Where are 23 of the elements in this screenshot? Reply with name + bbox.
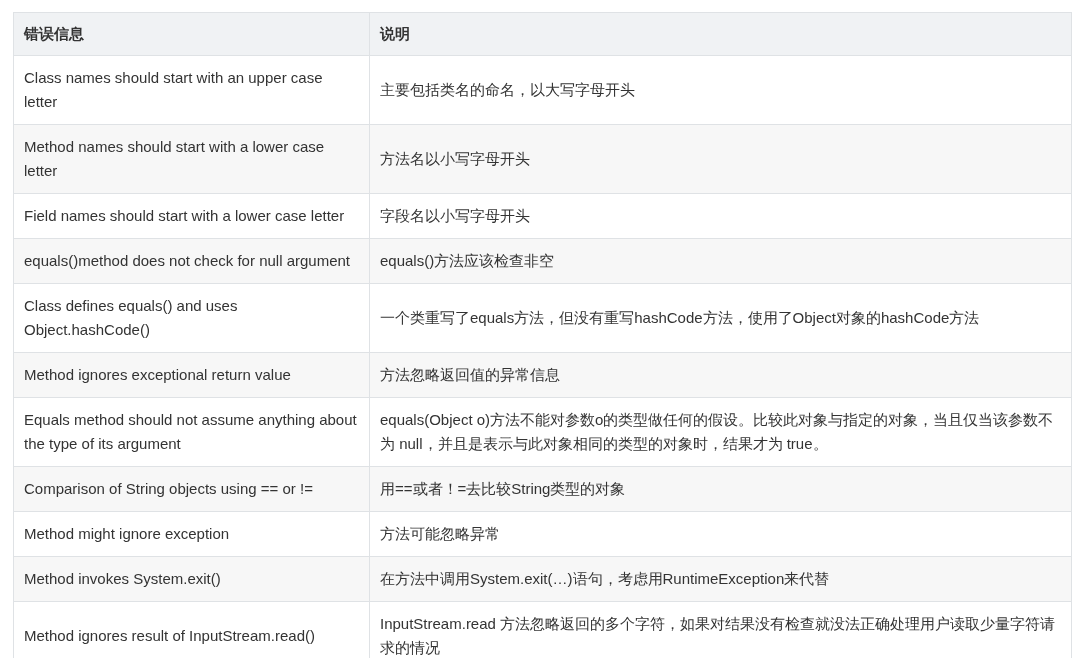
table-cell: Equals method should not assume anything about the type of its argument	[13, 397, 370, 467]
table-cell: 一个类重写了equals方法，但没有重写hashCode方法，使用了Object对象的hashCode方法	[369, 283, 1072, 353]
table-cell: 主要包括类名的命名，以大写字母开头	[369, 55, 1072, 125]
table-cell: 在方法中调用System.exit(…)语句，考虑用RuntimeException来代替	[369, 556, 1072, 602]
table-cell: Field names should start with a lower case letter	[13, 193, 370, 239]
table-cell: Method ignores exceptional return value	[13, 352, 370, 398]
column-header: 错误信息	[13, 12, 370, 56]
table-cell: Method names should start with a lower case letter	[13, 124, 370, 194]
table-cell: 用==或者！=去比较String类型的对象	[369, 466, 1072, 512]
column-header: 说明	[369, 12, 1072, 56]
table-cell: Method invokes System.exit()	[13, 556, 370, 602]
table-cell: Comparison of String objects using == or !=	[13, 466, 370, 512]
table-cell: 字段名以小写字母开头	[369, 193, 1072, 239]
table-cell: 方法名以小写字母开头	[369, 124, 1072, 194]
table-cell: Method might ignore exception	[13, 511, 370, 557]
table-cell: Class defines equals() and uses Object.hashCode()	[13, 283, 370, 353]
table-cell: Class names should start with an upper case letter	[13, 55, 370, 125]
table-cell: 方法忽略返回值的异常信息	[369, 352, 1072, 398]
table-cell: Method ignores result of InputStream.read()	[13, 601, 370, 658]
table-cell: 方法可能忽略异常	[369, 511, 1072, 557]
table-cell: equals(Object o)方法不能对参数o的类型做任何的假设。比较此对象与指定的对象，当且仅当该参数不为 null，并且是表示与此对象相同的类型的对象时，结果才为 true。	[369, 397, 1072, 467]
table-cell: equals()方法应该检查非空	[369, 238, 1072, 284]
table-cell: equals()method does not check for null argument	[13, 238, 370, 284]
